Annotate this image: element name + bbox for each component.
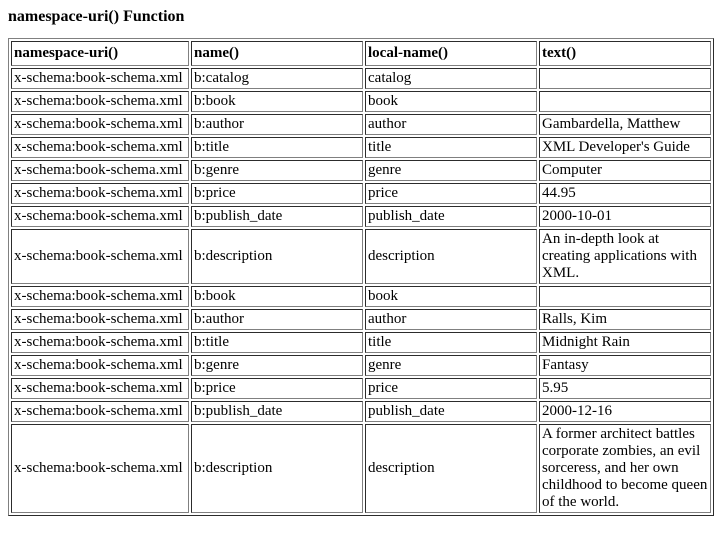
table-cell: catalog	[365, 68, 537, 89]
col-namespace-uri: namespace-uri()	[11, 41, 189, 66]
table-cell: 2000-10-01	[539, 206, 711, 227]
table-cell: Ralls, Kim	[539, 309, 711, 330]
table-row: x-schema:book-schema.xmlb:titletitleMidn…	[11, 332, 711, 353]
col-text: text()	[539, 41, 711, 66]
table-cell: b:publish_date	[191, 206, 363, 227]
table-row: x-schema:book-schema.xmlb:publish_datepu…	[11, 206, 711, 227]
table-cell: An in-depth look at creating application…	[539, 229, 711, 284]
table-row: x-schema:book-schema.xmlb:authorauthorGa…	[11, 114, 711, 135]
table-cell: book	[365, 286, 537, 307]
table-cell: Computer	[539, 160, 711, 181]
table-cell: x-schema:book-schema.xml	[11, 68, 189, 89]
table-cell: x-schema:book-schema.xml	[11, 114, 189, 135]
table-cell: description	[365, 424, 537, 513]
table-cell: Midnight Rain	[539, 332, 711, 353]
table-cell: A former architect battles corporate zom…	[539, 424, 711, 513]
table-row: x-schema:book-schema.xmlb:priceprice44.9…	[11, 183, 711, 204]
table-cell: b:author	[191, 309, 363, 330]
table-row: x-schema:book-schema.xmlb:titletitleXML …	[11, 137, 711, 158]
table-cell: b:publish_date	[191, 401, 363, 422]
table-cell: b:description	[191, 424, 363, 513]
table-cell: x-schema:book-schema.xml	[11, 355, 189, 376]
table-row: x-schema:book-schema.xmlb:authorauthorRa…	[11, 309, 711, 330]
table-row: x-schema:book-schema.xmlb:descriptiondes…	[11, 424, 711, 513]
table-cell: title	[365, 137, 537, 158]
table-cell: publish_date	[365, 206, 537, 227]
table-cell: b:author	[191, 114, 363, 135]
table-cell: x-schema:book-schema.xml	[11, 286, 189, 307]
table-cell: b:price	[191, 378, 363, 399]
table-row: x-schema:book-schema.xmlb:priceprice5.95	[11, 378, 711, 399]
table-cell: x-schema:book-schema.xml	[11, 309, 189, 330]
table-cell	[539, 286, 711, 307]
col-name: name()	[191, 41, 363, 66]
table-cell: b:genre	[191, 160, 363, 181]
table-cell: x-schema:book-schema.xml	[11, 424, 189, 513]
table-row: x-schema:book-schema.xmlb:bookbook	[11, 286, 711, 307]
page-title: namespace-uri() Function	[8, 8, 709, 26]
table-cell: genre	[365, 355, 537, 376]
table-cell: b:book	[191, 91, 363, 112]
table-cell: 2000-12-16	[539, 401, 711, 422]
table-cell: XML Developer's Guide	[539, 137, 711, 158]
table-cell: x-schema:book-schema.xml	[11, 160, 189, 181]
table-row: x-schema:book-schema.xmlb:genregenreComp…	[11, 160, 711, 181]
table-cell: b:book	[191, 286, 363, 307]
table-cell: price	[365, 378, 537, 399]
table-cell: x-schema:book-schema.xml	[11, 206, 189, 227]
table-cell: x-schema:book-schema.xml	[11, 401, 189, 422]
table-cell: x-schema:book-schema.xml	[11, 183, 189, 204]
table-cell: x-schema:book-schema.xml	[11, 91, 189, 112]
table-cell: publish_date	[365, 401, 537, 422]
table-row: x-schema:book-schema.xmlb:publish_datepu…	[11, 401, 711, 422]
table-cell: author	[365, 114, 537, 135]
table-row: x-schema:book-schema.xmlb:genregenreFant…	[11, 355, 711, 376]
table-cell: x-schema:book-schema.xml	[11, 378, 189, 399]
table-cell: author	[365, 309, 537, 330]
table-cell: b:description	[191, 229, 363, 284]
table-cell	[539, 91, 711, 112]
table-row: x-schema:book-schema.xmlb:catalogcatalog	[11, 68, 711, 89]
table-cell: title	[365, 332, 537, 353]
table-cell: b:catalog	[191, 68, 363, 89]
table-cell: description	[365, 229, 537, 284]
table-row: x-schema:book-schema.xmlb:bookbook	[11, 91, 711, 112]
table-cell	[539, 68, 711, 89]
table-cell: b:genre	[191, 355, 363, 376]
table-cell: b:title	[191, 332, 363, 353]
table-header-row: namespace-uri() name() local-name() text…	[11, 41, 711, 66]
table-cell: b:price	[191, 183, 363, 204]
table-cell: x-schema:book-schema.xml	[11, 229, 189, 284]
table-cell: x-schema:book-schema.xml	[11, 137, 189, 158]
table-cell: Fantasy	[539, 355, 711, 376]
results-table: namespace-uri() name() local-name() text…	[8, 38, 714, 516]
table-cell: genre	[365, 160, 537, 181]
table-cell: b:title	[191, 137, 363, 158]
table-cell: Gambardella, Matthew	[539, 114, 711, 135]
table-row: x-schema:book-schema.xmlb:descriptiondes…	[11, 229, 711, 284]
col-local-name: local-name()	[365, 41, 537, 66]
table-cell: book	[365, 91, 537, 112]
table-cell: 44.95	[539, 183, 711, 204]
table-cell: x-schema:book-schema.xml	[11, 332, 189, 353]
table-cell: 5.95	[539, 378, 711, 399]
table-cell: price	[365, 183, 537, 204]
